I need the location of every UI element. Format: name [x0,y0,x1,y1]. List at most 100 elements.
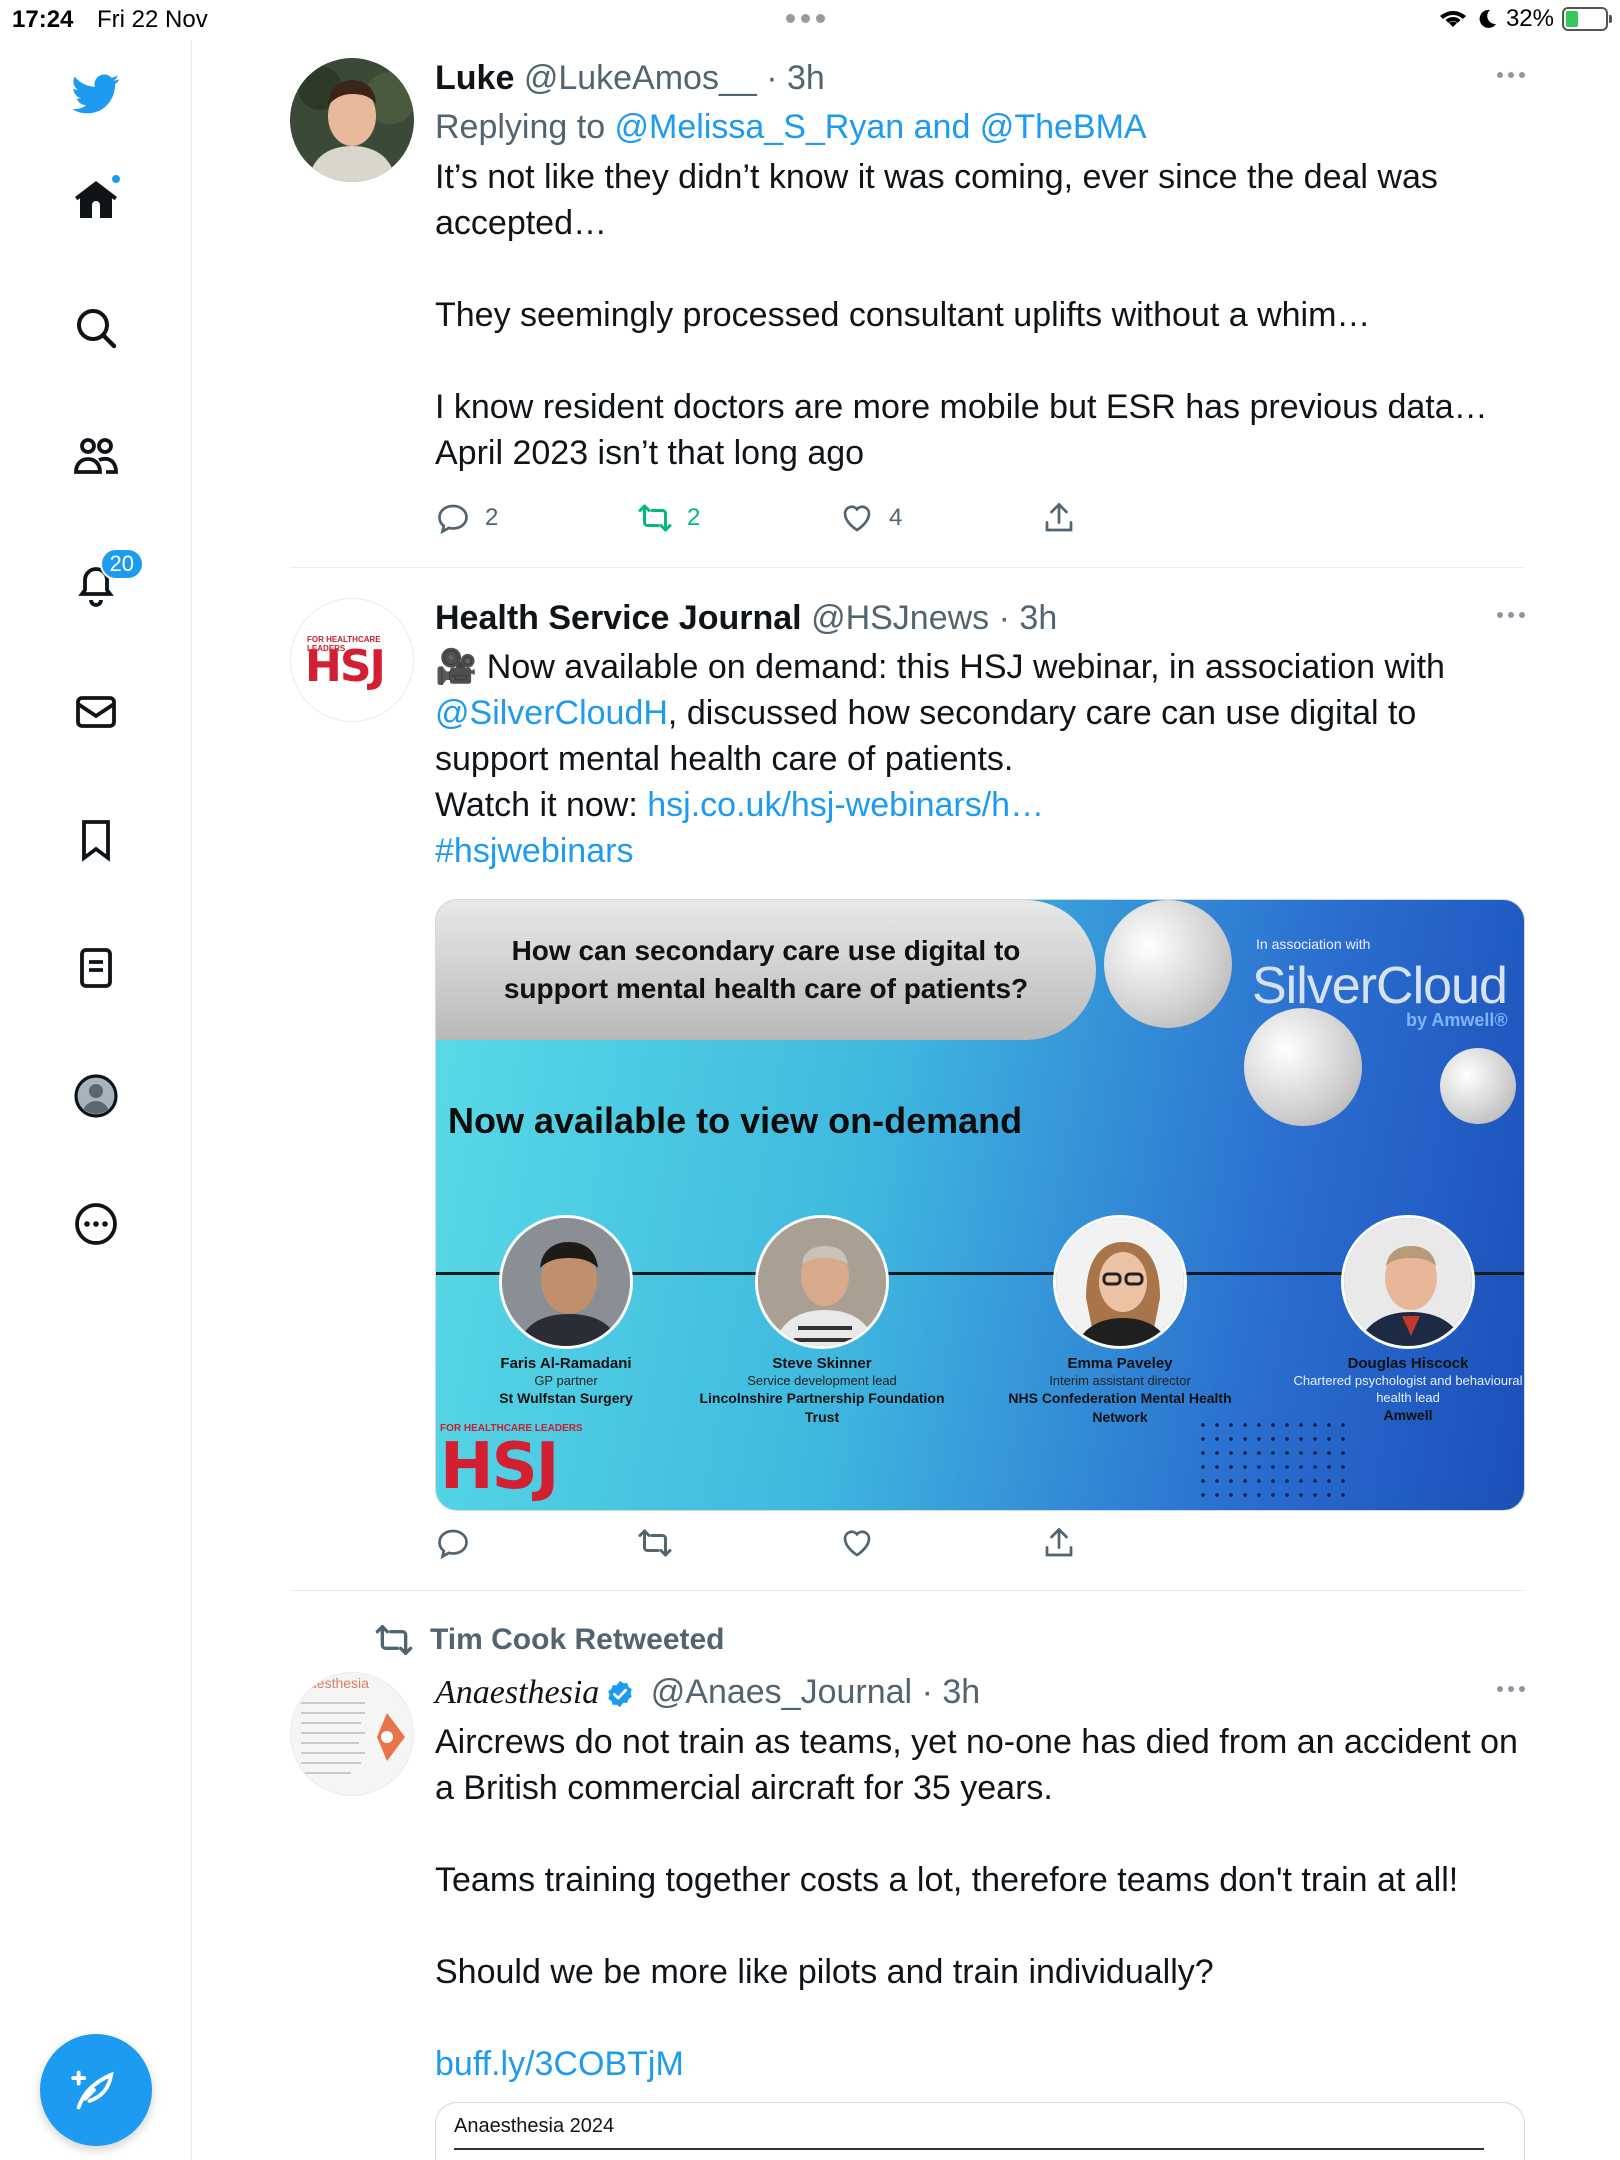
tweet-text: It’s not like they didn’t know it was co… [435,158,1488,472]
tweet[interactable]: aesthesia Anaesthesia @Anaes_Journal · 3… [290,1672,1525,2160]
wifi-icon [1439,11,1466,27]
avatar-logo: HSJ [305,641,386,692]
speaker-name: Steve Skinner [772,1355,872,1372]
speaker-org: Lincolnshire Partnership Foundation Trus… [699,1390,945,1425]
twitter-logo-icon[interactable] [66,64,126,124]
display-name[interactable]: Anaesthesia [435,1674,599,1711]
retweet-count: 2 [687,504,701,531]
url-link[interactable]: buff.ly/3COBTjM [435,2045,684,2083]
handle[interactable]: @Anaes_Journal [651,1673,912,1711]
home-icon[interactable] [66,170,126,230]
like-button[interactable]: 4 [839,500,902,536]
link-preview-card[interactable]: Anaesthesia 2024 [435,2102,1525,2160]
card-brand-sub: by Amwell® [1406,1010,1508,1030]
multitasking-dots[interactable] [786,14,825,23]
card-headline: Now available to view on-demand [448,1100,1023,1141]
decor-bubble [1104,900,1232,1028]
status-bar: 17:24 Fri 22 Nov 32% [0,0,1620,40]
timestamp[interactable]: · 3h [766,59,825,97]
speaker-role: GP partner [534,1373,598,1388]
retweet-icon [638,504,672,532]
retweet-button[interactable] [637,1525,673,1561]
divider [290,567,1525,568]
display-name[interactable]: Health Service Journal [435,599,802,637]
speaker-role: Interim assistant director [1049,1373,1191,1388]
timestamp[interactable]: · 3h [999,599,1058,637]
tweet-actions: 2 2 4 [435,498,1525,538]
handle[interactable]: @LukeAmos__ [524,59,757,97]
heart-icon [843,1530,871,1557]
card-association: In association with [1256,936,1371,952]
link-card-rule [454,2148,1484,2150]
card-hsj-logo: HSJ [440,1430,559,1504]
avatar[interactable] [290,58,414,182]
timestamp[interactable]: · 3h [922,1673,981,1711]
tweet-text: Aircrews do not train as teams, yet no-o… [435,1723,1518,1991]
more-circle-icon[interactable] [66,1194,126,1254]
battery-icon [1562,7,1612,31]
lists-icon[interactable] [66,938,126,998]
notification-count-badge: 20 [99,548,144,580]
more-options-icon[interactable] [1497,612,1525,618]
tweet-header: Anaesthesia @Anaes_Journal · 3h [435,1672,1525,1713]
display-name[interactable]: Luke [435,59,514,97]
retweet-button[interactable]: 2 [637,500,700,536]
speaker-org: St Wulfstan Surgery [499,1390,633,1406]
speaker: Emma Paveley Interim assistant director … [990,1215,1250,1427]
handle[interactable]: @HSJnews [811,599,989,637]
profile-avatar-icon[interactable] [66,1066,126,1126]
communities-icon[interactable] [66,426,126,486]
tweet[interactable]: FOR HEALTHCARE LEADERS HSJ Health Servic… [290,598,1525,1560]
moon-icon [1479,9,1496,28]
reply-button[interactable] [435,1525,471,1561]
heart-icon [843,505,871,532]
decor-bubble [1244,1008,1362,1126]
url-link[interactable]: hsj.co.uk/hsj-webinars/h… [647,786,1044,824]
more-options-icon[interactable] [1497,72,1525,78]
compose-tweet-button[interactable] [40,2034,152,2146]
avatar[interactable]: aesthesia [290,1672,414,1796]
retweeted-by[interactable]: Tim Cook Retweeted [374,1620,725,1660]
date: Fri 22 Nov [97,6,208,33]
speaker: Douglas Hiscock Chartered psychologist a… [1278,1215,1524,1425]
notifications-bell-icon[interactable]: 20 [66,548,144,614]
retweeted-by-label: Tim Cook Retweeted [430,1623,725,1656]
speaker-photo [1341,1215,1475,1349]
replying-to-link[interactable]: @Melissa_S_Ryan and @TheBMA [615,108,1147,146]
divider [290,1590,1525,1591]
speaker-photo [499,1215,633,1349]
share-button[interactable] [1041,1525,1077,1561]
share-icon [1045,502,1073,532]
tweet[interactable]: Luke @LukeAmos__ · 3h Replying to @Melis… [290,58,1525,538]
tweet-text: 🎥 Now available on demand: this HSJ webi… [435,648,1445,870]
compose-icon [71,2070,114,2110]
retweet-icon [638,1529,672,1557]
reply-icon [438,504,468,535]
retweet-icon [375,1625,413,1655]
like-count: 4 [889,504,903,531]
hashtag-link[interactable]: #hsjwebinars [435,832,633,870]
share-icon [1045,1527,1073,1557]
reply-icon [438,1529,468,1560]
mention-link[interactable]: @SilverCloudH [435,694,668,732]
speaker-role: Chartered psychologist and behavioural h… [1293,1373,1523,1405]
home-unread-dot [110,173,122,185]
reply-count: 2 [485,504,499,531]
replying-to: Replying to @Melissa_S_Ryan and @TheBMA [435,108,1147,146]
bookmark-icon[interactable] [66,810,126,870]
card-brand-logo: SilverCloud [1252,957,1508,1015]
tweet-actions [435,1523,1525,1563]
media-card[interactable]: How can secondary care use digital to su… [435,899,1525,1511]
speaker-role: Service development lead [747,1373,897,1388]
search-icon[interactable] [66,298,126,358]
reply-button[interactable]: 2 [435,500,498,536]
speaker-name: Douglas Hiscock [1347,1355,1469,1372]
like-button[interactable] [839,1525,875,1561]
avatar[interactable]: FOR HEALTHCARE LEADERS HSJ [290,598,414,722]
tweet-header: Health Service Journal @HSJnews · 3h [435,598,1525,638]
speaker: Steve Skinner Service development lead L… [692,1215,952,1427]
more-options-icon[interactable] [1497,1686,1525,1692]
mail-icon[interactable] [66,682,126,742]
share-button[interactable] [1041,500,1077,536]
card-question: How can secondary care use digital to su… [436,900,1096,1040]
